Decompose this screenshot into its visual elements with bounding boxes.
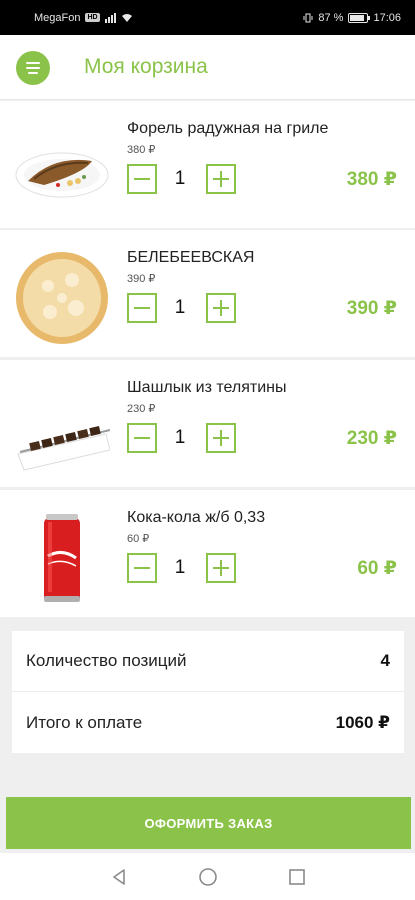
item-count-row: Количество позиций 4 [12, 631, 404, 692]
carrier-name: MegaFon [34, 11, 81, 24]
increase-quantity-button[interactable] [206, 293, 236, 323]
coca-cola-can-image [44, 514, 80, 602]
page-title: Моя корзина [84, 55, 208, 78]
item-unit-price: 230 ₽ [127, 403, 156, 415]
minus-icon [134, 567, 150, 569]
hamburger-icon [26, 62, 40, 64]
item-total: 390 ₽ [346, 298, 397, 319]
app-header: Моя корзина [0, 35, 415, 100]
item-name: БЕЛЕБЕЕВСКАЯ [127, 249, 255, 266]
decrease-quantity-button[interactable] [127, 164, 157, 194]
item-unit-price: 390 ₽ [127, 273, 156, 285]
item-total: 380 ₽ [346, 169, 397, 190]
decrease-quantity-button[interactable] [127, 423, 157, 453]
item-count-label: Количество позиций [26, 651, 187, 670]
item-name: Кока-кола ж/б 0,33 [127, 509, 266, 526]
quantity-value: 1 [174, 427, 186, 448]
item-unit-price: 60 ₽ [127, 533, 150, 545]
veal-kebab-image [17, 425, 110, 471]
total-label: Итого к оплате [26, 712, 143, 732]
increase-quantity-button[interactable] [206, 553, 236, 583]
item-count-value: 4 [380, 651, 390, 670]
checkout-button[interactable]: ОФОРМИТЬ ЗАКАЗ [6, 797, 411, 849]
hd-badge: HD [85, 13, 100, 22]
item-name: Форель радужная на гриле [127, 120, 329, 137]
system-nav-bar [0, 853, 415, 900]
minus-icon [134, 307, 150, 309]
order-summary: Количество позиций 4 Итого к оплате 1060… [12, 631, 404, 753]
item-unit-price: 380 ₽ [127, 144, 156, 156]
decrease-quantity-button[interactable] [127, 293, 157, 323]
grilled-trout-image [15, 152, 109, 198]
clock: 17:06 [373, 11, 401, 24]
minus-icon [134, 437, 150, 439]
recents-icon[interactable] [288, 868, 306, 886]
back-icon[interactable] [110, 868, 128, 886]
item-total: 230 ₽ [346, 428, 397, 449]
cart-item: Шашлык из телятины 230 ₽ 1 230 ₽ [0, 360, 415, 487]
quantity-value: 1 [174, 297, 186, 318]
total-value: 1060 ₽ [335, 712, 390, 732]
increase-quantity-button[interactable] [206, 164, 236, 194]
battery-icon [348, 12, 371, 23]
menu-button[interactable] [16, 51, 50, 85]
quantity-value: 1 [174, 557, 186, 578]
wifi-icon [121, 13, 132, 22]
increase-quantity-button[interactable] [206, 423, 236, 453]
item-name: Шашлык из телятины [127, 379, 287, 396]
minus-icon [134, 178, 150, 180]
cart-item: Кока-кола ж/б 0,33 60 ₽ 1 60 ₽ [0, 490, 415, 617]
battery-percent: 87 % [318, 11, 344, 24]
decrease-quantity-button[interactable] [127, 553, 157, 583]
cart-item: Форель радужная на гриле 380 ₽ 1 380 ₽ [0, 101, 415, 228]
home-icon[interactable] [198, 867, 218, 887]
quantity-value: 1 [174, 168, 186, 189]
status-bar: MegaFon HD 87 % 17:06 [0, 0, 415, 35]
item-total: 60 ₽ [357, 558, 397, 579]
cart-item: БЕЛЕБЕЕВСКАЯ 390 ₽ 1 390 ₽ [0, 230, 415, 357]
pizza-image [16, 252, 108, 344]
vibrate-icon [303, 13, 313, 22]
total-row: Итого к оплате 1060 ₽ [12, 692, 404, 753]
signal-icon [104, 12, 116, 23]
